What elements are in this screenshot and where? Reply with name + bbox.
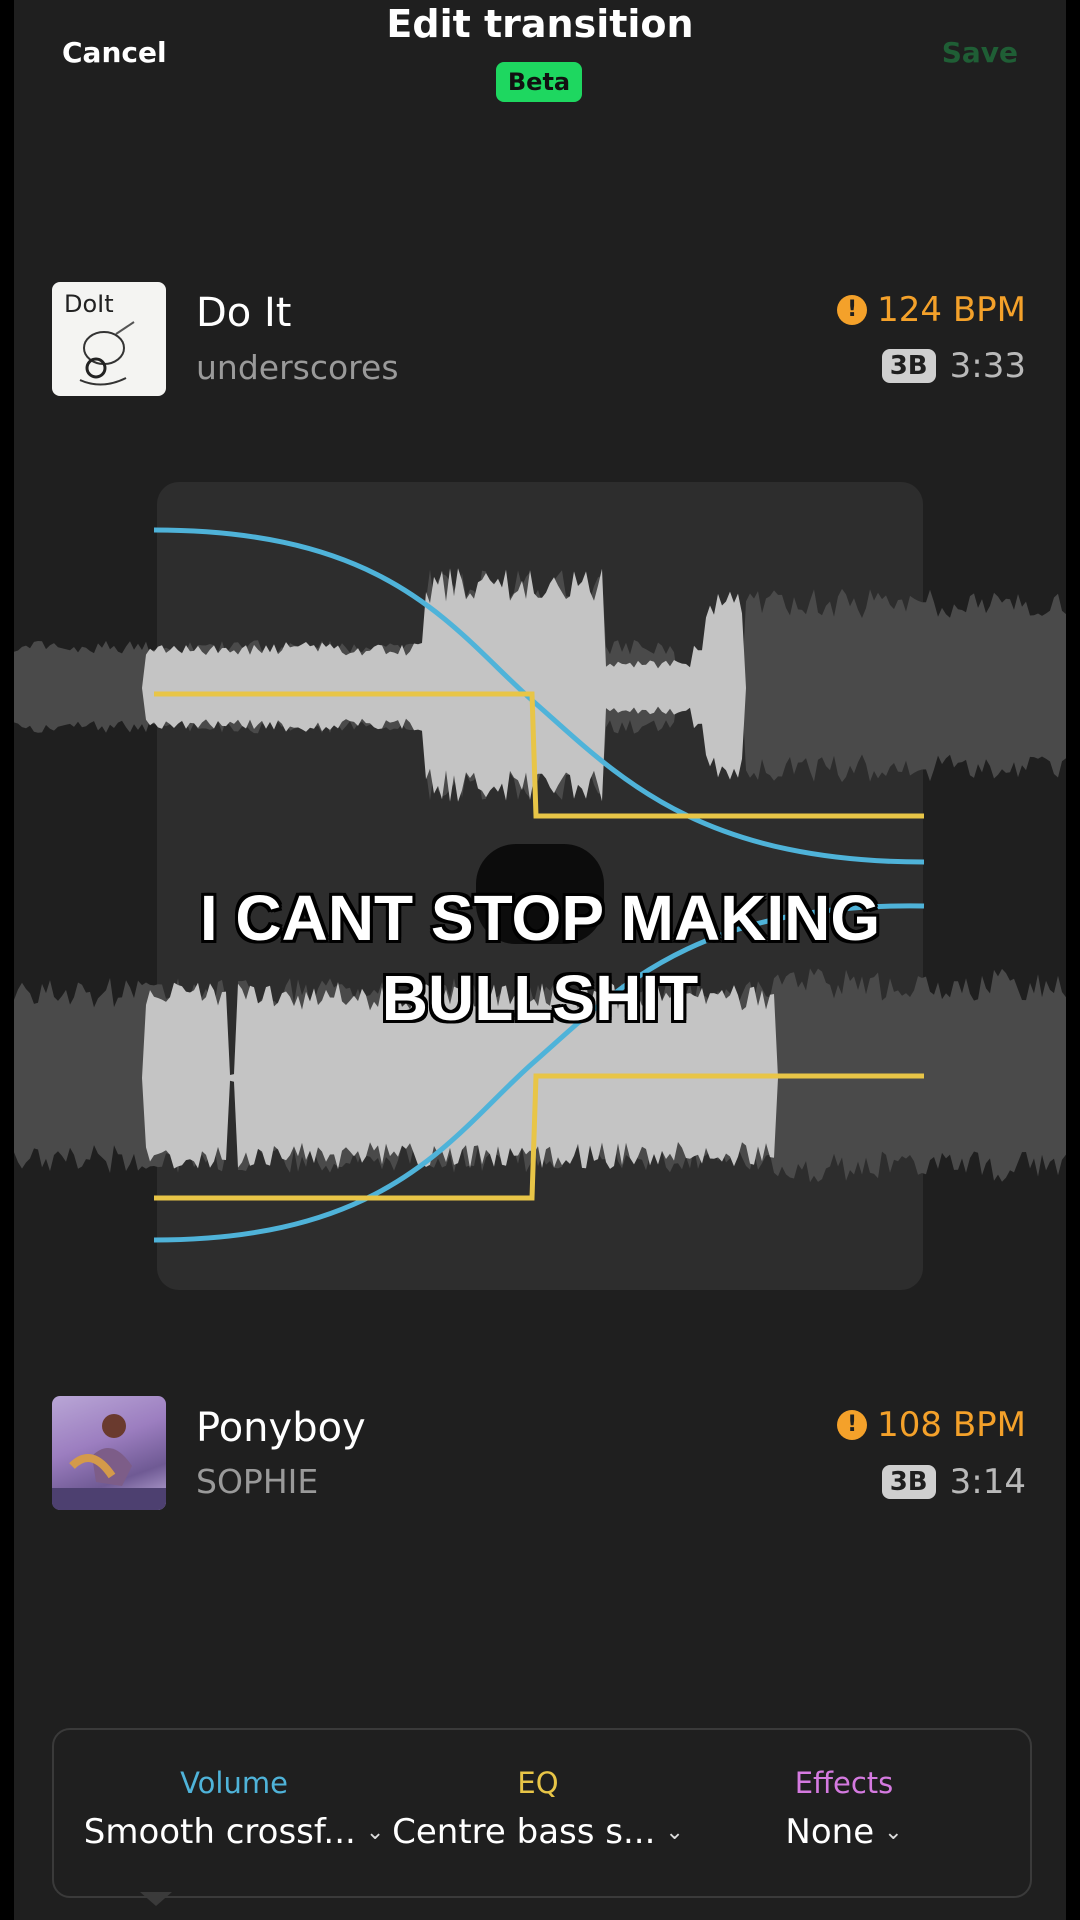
album-art-ponyboy — [52, 1396, 166, 1510]
warning-icon: ! — [837, 1410, 868, 1440]
eq-control[interactable]: EQ Centre bass s... ⌄ — [388, 1766, 688, 1852]
key-badge: 3B — [881, 349, 936, 383]
effects-control[interactable]: Effects None ⌄ — [694, 1766, 994, 1852]
album-art-lettering: DoIt — [64, 290, 114, 318]
volume-select[interactable]: Smooth crossf... ⌄ — [83, 1812, 385, 1852]
track-title: Do It — [196, 290, 292, 336]
page-title: Edit transition — [386, 2, 694, 46]
effects-value: None — [785, 1812, 875, 1852]
track-artist: SOPHIE — [196, 1462, 319, 1501]
volume-value: Smooth crossf... — [83, 1812, 356, 1852]
chevron-down-icon: ⌄ — [884, 1819, 903, 1845]
bpm-indicator: ! 108 BPM — [837, 1405, 1026, 1445]
edit-transition-screen: Cancel Edit transition Beta Save DoIt Do… — [14, 0, 1066, 1920]
effects-select[interactable]: None ⌄ — [694, 1812, 994, 1852]
chevron-down-icon: ⌄ — [365, 1819, 385, 1845]
eq-value: Centre bass s... — [392, 1812, 656, 1852]
track-meta: 3B 3:33 — [881, 346, 1026, 386]
track-meta: 3B 3:14 — [881, 1462, 1026, 1502]
track-artist: underscores — [196, 348, 399, 387]
save-button[interactable]: Save — [942, 36, 1018, 69]
controls-pointer — [140, 1892, 172, 1906]
bpm-indicator: ! 124 BPM — [837, 290, 1026, 330]
volume-control[interactable]: Volume Smooth crossf... ⌄ — [83, 1766, 385, 1852]
track-title: Ponyboy — [196, 1405, 366, 1451]
bpm-value: 124 BPM — [877, 290, 1026, 330]
caption-line-1: I CANT STOP MAKING — [199, 882, 881, 954]
warning-icon: ! — [837, 295, 868, 325]
track-duration: 3:14 — [949, 1462, 1026, 1502]
volume-label: Volume — [180, 1766, 288, 1800]
caption-line-2: BULLSHIT — [381, 962, 699, 1034]
key-badge: 3B — [881, 1465, 936, 1499]
album-art-do-it: DoIt — [52, 282, 166, 396]
track-duration: 3:33 — [949, 346, 1026, 386]
effects-label: Effects — [794, 1766, 894, 1800]
eq-label: EQ — [517, 1766, 559, 1800]
bpm-value: 108 BPM — [877, 1405, 1026, 1445]
chevron-down-icon: ⌄ — [665, 1819, 684, 1845]
transition-controls: Volume Smooth crossf... ⌄ EQ Centre bass… — [52, 1728, 1032, 1898]
beta-badge: Beta — [496, 62, 582, 102]
video-caption: I CANT STOP MAKING BULLSHIT — [14, 878, 1066, 1038]
eq-select[interactable]: Centre bass s... ⌄ — [388, 1812, 688, 1852]
